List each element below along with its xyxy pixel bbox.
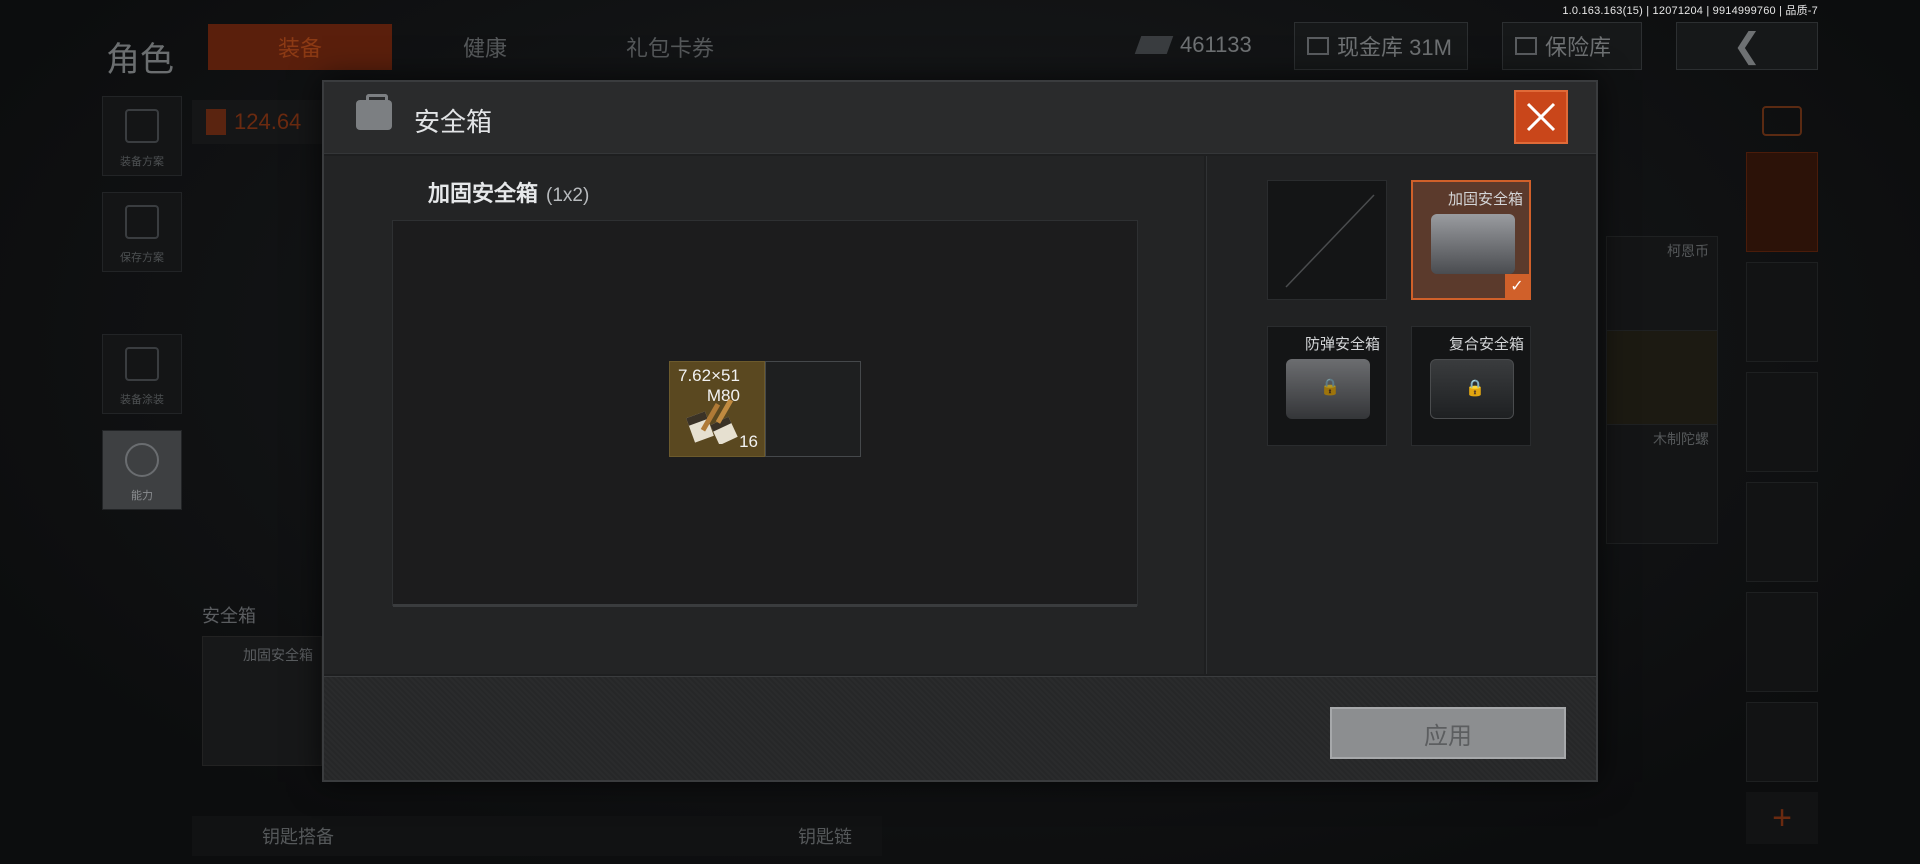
keychain-bar[interactable]: 钥匙搭备 钥匙链 [192, 816, 882, 856]
safebox-section-title: 安全箱 [202, 606, 256, 626]
item-slot-empty[interactable] [765, 361, 861, 457]
ammo-box-icon [686, 398, 738, 444]
backpack-icon [125, 109, 159, 143]
sidebar-item-loadout[interactable]: 装备方案 [102, 96, 182, 176]
keychain-right-label: 钥匙链 [798, 827, 852, 847]
close-button[interactable] [1514, 90, 1568, 144]
container-size: (1x2) [546, 185, 590, 206]
safe-icon [1515, 37, 1537, 55]
equip-slot-armor[interactable] [1746, 152, 1818, 252]
sidebar-item-abilities[interactable]: 能力 [102, 430, 182, 510]
slot-row: 7.62×51 M80 16 [669, 361, 861, 457]
safebox-dialog: 安全箱 加固安全箱 (1x2) 7.62×51 M80 16 加固安全箱 ✓ 防… [322, 80, 1598, 782]
download-icon [125, 205, 159, 239]
composite-case-icon: 🔒 [1430, 359, 1514, 419]
cash-vault-label: 现金库 31M [1337, 35, 1452, 60]
item-count: 16 [739, 432, 758, 451]
safe-vault-button[interactable]: 保险库 [1502, 22, 1642, 70]
close-icon [1526, 102, 1556, 132]
container-grid: 7.62×51 M80 16 [392, 220, 1138, 607]
vault-icon [1307, 37, 1329, 55]
case-label: 复合安全箱 [1448, 336, 1524, 353]
sidebar-item-save-loadout[interactable]: 保存方案 [102, 192, 182, 272]
money-amount: 461133 [1180, 32, 1252, 57]
version-info: 1.0.163.163(15) | 12071204 | 9914999760 … [1562, 5, 1818, 17]
sidebar-item-label: 装备涂装 [120, 394, 164, 406]
bulletproof-case-icon: 🔒 [1286, 359, 1370, 419]
case-option-reinforced[interactable]: 加固安全箱 ✓ [1411, 180, 1531, 300]
stack-icon[interactable] [1762, 106, 1802, 136]
apply-button[interactable]: 应用 [1330, 707, 1566, 759]
lock-icon: 🔒 [1465, 380, 1485, 397]
tab-health[interactable]: 健康 [420, 24, 550, 70]
container-title: 加固安全箱 (1x2) [428, 176, 589, 208]
container-name: 加固安全箱 [428, 181, 539, 206]
keychain-left-label: 钥匙搭备 [262, 827, 334, 847]
top-bar: 角色 装备 健康 礼包卡券 461133 现金库 31M 保险库 ❮ [0, 18, 1920, 79]
sidebar-item-label: 装备方案 [120, 156, 164, 168]
item-caliber: 7.62×51 [678, 366, 740, 385]
equip-slot-helmet[interactable] [1746, 262, 1818, 362]
inventory-card-label: 柯恩币 [1667, 243, 1709, 259]
sidebar-item-label: 保存方案 [120, 252, 164, 264]
briefcase-icon [356, 94, 392, 130]
case-option-bulletproof[interactable]: 防弹安全箱 🔒 [1267, 326, 1387, 446]
dialog-footer: 应用 [324, 676, 1596, 780]
cash-icon [1134, 36, 1174, 54]
weight-value: 124.64 [234, 109, 302, 134]
case-label: 加固安全箱 [1447, 191, 1523, 208]
safe-vault-label: 保险库 [1545, 35, 1612, 60]
inventory-card-top[interactable]: 木制陀螺 [1606, 424, 1718, 544]
equip-slot-other[interactable] [1746, 702, 1818, 782]
case-option-composite[interactable]: 复合安全箱 🔒 [1411, 326, 1531, 446]
dialog-title: 安全箱 [414, 107, 493, 137]
safebox-slot-label: 加固安全箱 [243, 647, 313, 663]
add-button[interactable]: + [1746, 792, 1818, 844]
tab-equipment[interactable]: 装备 [208, 24, 392, 70]
lock-icon: 🔒 [1320, 379, 1340, 396]
cash-vault-button[interactable]: 现金库 31M [1294, 22, 1468, 70]
back-icon: ❮ [1732, 27, 1762, 65]
case-option-empty[interactable] [1267, 180, 1387, 300]
page-title: 角色 [106, 41, 174, 79]
reinforced-case-icon [1431, 214, 1515, 274]
equip-slot-magazine[interactable] [1746, 482, 1818, 582]
helmet-icon [125, 347, 159, 381]
container-pane: 加固安全箱 (1x2) 7.62×51 M80 16 [324, 156, 1204, 674]
empty-slot-icon [1285, 194, 1375, 288]
lightning-hex-icon [125, 443, 159, 477]
weight-display: 124.64 [192, 100, 322, 144]
sidebar-item-skins[interactable]: 装备涂装 [102, 334, 182, 414]
case-selection-pane: 加固安全箱 ✓ 防弹安全箱 🔒 复合安全箱 🔒 [1206, 156, 1596, 674]
back-button[interactable]: ❮ [1676, 22, 1818, 70]
equip-slot-knife[interactable] [1746, 592, 1818, 692]
case-label: 防弹安全箱 [1304, 336, 1380, 353]
item-slot-ammo[interactable]: 7.62×51 M80 16 [669, 361, 765, 457]
dialog-header: 安全箱 [324, 82, 1596, 154]
safebox-slot[interactable]: 加固安全箱 [202, 636, 322, 766]
equip-slot-rifle[interactable] [1746, 372, 1818, 472]
sidebar-item-label: 能力 [131, 490, 153, 502]
tab-gift-coupons[interactable]: 礼包卡券 [570, 24, 770, 70]
inventory-card-label: 木制陀螺 [1653, 431, 1709, 447]
check-icon: ✓ [1505, 274, 1529, 298]
money-display: 461133 [1134, 32, 1252, 58]
vest-icon [206, 109, 226, 135]
